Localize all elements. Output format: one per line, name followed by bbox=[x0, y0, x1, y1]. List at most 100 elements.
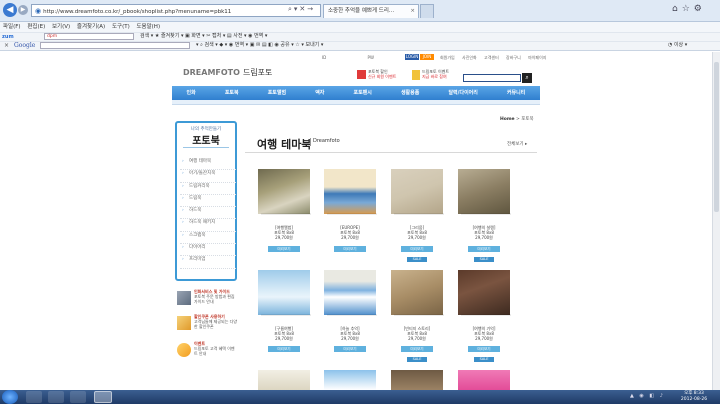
preview-button-6[interactable]: 미리보기 bbox=[334, 346, 366, 352]
product-info-5: [구름여행] 포토북 8x8 29,700원 bbox=[254, 326, 314, 341]
system-tray-icons[interactable]: ▲ ◉ ◧ ♪ bbox=[630, 393, 665, 399]
explorer-taskbar-icon[interactable] bbox=[48, 391, 64, 403]
preview-button-3[interactable]: 미리보기 bbox=[401, 246, 433, 252]
product-price: 29,700원 bbox=[341, 235, 359, 240]
shadow bbox=[261, 314, 311, 316]
logo-korean: 드림포토 bbox=[242, 68, 273, 77]
nav-frame[interactable]: 액자 bbox=[315, 86, 324, 100]
sidebar-item-hardbook[interactable]: 하드북 bbox=[180, 207, 236, 220]
link-cart[interactable]: 장바구니 bbox=[506, 55, 521, 60]
nav-album[interactable]: 포토앨범 bbox=[268, 86, 286, 100]
link-mypage[interactable]: 마이페이지 bbox=[528, 55, 546, 60]
sidebar-promo-event[interactable]: 이벤트 드림포토 고객 혜택 이벤트 안내 bbox=[177, 341, 237, 361]
tab-close-icon[interactable]: × bbox=[410, 5, 415, 18]
site-logo[interactable]: DREAMFOTO 드림포토 bbox=[183, 67, 272, 78]
vertical-scrollbar[interactable] bbox=[712, 52, 720, 390]
nav-living[interactable]: 생활용품 bbox=[401, 86, 419, 100]
sidebar-promo-coupon[interactable]: 할인쿠폰 사용하기 고객님들께 제공되는 다양한 할인쿠폰 bbox=[177, 314, 237, 334]
ie-taskbar-icon[interactable] bbox=[26, 391, 42, 403]
breadcrumb-home[interactable]: Home bbox=[500, 117, 515, 122]
app-taskbar-icon[interactable] bbox=[70, 391, 86, 403]
zum-search-input[interactable]: dpm bbox=[44, 33, 134, 40]
menu-edit[interactable]: 편집(E) bbox=[27, 24, 45, 30]
view-all-link[interactable]: 전체보기 ▸ bbox=[507, 141, 527, 147]
active-window-taskbar-icon[interactable] bbox=[94, 391, 112, 403]
product-image-1[interactable] bbox=[258, 169, 311, 215]
preview-button-8[interactable]: 미리보기 bbox=[468, 346, 500, 352]
toolbar-close-icon[interactable]: × bbox=[4, 42, 9, 49]
product-image-4[interactable] bbox=[458, 169, 511, 215]
promo1-line2: 신규 회원 이벤트 bbox=[368, 74, 397, 79]
main-navigation: 인화 포토북 포토앨범 액자 포토팬시 생활용품 달력/다이어리 커뮤니티 bbox=[172, 86, 540, 100]
product-image-3[interactable] bbox=[391, 169, 444, 215]
nav-calendar[interactable]: 달력/다이어리 bbox=[448, 86, 477, 100]
join-button[interactable]: JOIN bbox=[420, 54, 434, 60]
preview-button-7[interactable]: 미리보기 bbox=[401, 346, 433, 352]
promo-banner-1[interactable]: 포토북 할인 신규 회원 이벤트 bbox=[357, 69, 407, 85]
sidebar-item-dreambook[interactable]: 드림북 bbox=[180, 195, 236, 208]
scroll-thumb[interactable] bbox=[714, 62, 719, 212]
shadow bbox=[461, 314, 511, 316]
window-icons[interactable]: ⌂☆⚙ bbox=[672, 4, 706, 14]
link-print[interactable]: 사진인화 bbox=[462, 55, 477, 60]
url-actions[interactable]: ⌕▾✕→ bbox=[288, 5, 315, 14]
url-input[interactable]: ◉ http://www.dreamfoto.co.kr/_pbook/shopl… bbox=[31, 4, 321, 17]
link-signup[interactable]: 회원가입 bbox=[440, 55, 455, 60]
sidebar-menu: 여행 테마북 아기/돌잔치북 드림커리북 드림북 하드북 하드북 패키지 스크랩… bbox=[180, 158, 236, 269]
menu-help[interactable]: 도움말(H) bbox=[136, 24, 160, 30]
product-image-5[interactable] bbox=[258, 270, 311, 316]
product-info-8: [여행의 기억] 포토북 8x8 29,700원 bbox=[454, 326, 514, 341]
search-icon[interactable]: ⌕ bbox=[522, 73, 532, 83]
promo-banner-2[interactable]: 드림포토 이벤트 지금 바로 참여 bbox=[412, 69, 460, 85]
forward-button[interactable]: ▶ bbox=[18, 5, 28, 15]
preview-button-4[interactable]: 미리보기 bbox=[468, 246, 500, 252]
sidebar-item-diary[interactable]: 다이어리 bbox=[180, 244, 236, 257]
sidebar-item-travel[interactable]: 여행 테마북 bbox=[180, 158, 236, 171]
nav-print[interactable]: 인화 bbox=[187, 86, 196, 100]
back-button[interactable]: ◀ bbox=[3, 3, 17, 17]
sidebar-item-premium[interactable]: 프리미엄 bbox=[180, 256, 236, 269]
product-image-7[interactable] bbox=[391, 270, 444, 316]
product-image-12[interactable] bbox=[458, 370, 510, 390]
menu-view[interactable]: 보기(V) bbox=[52, 24, 70, 30]
sale-badge-7: SALE bbox=[407, 357, 427, 362]
menu-tools[interactable]: 도구(T) bbox=[112, 24, 130, 30]
product-image-8[interactable] bbox=[458, 270, 511, 316]
sidebar-item-scrapbook[interactable]: 스크랩북 bbox=[180, 232, 236, 245]
breadcrumb-separator: > bbox=[516, 117, 520, 122]
browser-tab-active[interactable]: 소중한 추억을 예쁘게 드리... × bbox=[323, 4, 419, 18]
nav-community[interactable]: 커뮤니티 bbox=[507, 86, 525, 100]
product-info-7: [빈티지 스토리] 포토북 8x8 29,700원 bbox=[387, 326, 447, 341]
sidebar-promo-guide[interactable]: 인화서비스 및 가이드 포토북 주문 방법과 편집 가이드 안내 bbox=[177, 289, 237, 309]
login-button[interactable]: LOGIN bbox=[405, 54, 419, 60]
new-tab-button[interactable] bbox=[420, 4, 434, 18]
product-price: 29,700원 bbox=[408, 336, 426, 341]
product-image-10[interactable] bbox=[324, 370, 376, 390]
menu-file[interactable]: 파일(F) bbox=[3, 24, 21, 30]
product-image-9[interactable] bbox=[258, 370, 310, 390]
product-image-2[interactable] bbox=[324, 169, 377, 215]
system-clock[interactable]: 오후 8:33 2012-08-26 bbox=[670, 391, 718, 402]
sidebar-divider bbox=[183, 147, 229, 148]
link-support[interactable]: 고객센터 bbox=[484, 55, 499, 60]
title-divider bbox=[245, 152, 537, 153]
sidebar-item-hardbook-package[interactable]: 하드북 패키지 bbox=[180, 219, 236, 232]
product-image-6[interactable] bbox=[324, 270, 377, 316]
sidebar-item-curry[interactable]: 드림커리북 bbox=[180, 183, 236, 195]
tab-title: 소중한 추억을 예쁘게 드리... bbox=[328, 8, 395, 14]
site-search-input[interactable] bbox=[463, 74, 521, 82]
google-toolbar-items[interactable]: ▾ ⌕ 검색 ▾ ◆ ▾ ◉ 번역 ▾ ▣ ✉ ▤ ◧ ◉ 공유 ▾ ☆ ▾ 보… bbox=[196, 42, 323, 49]
product-image-11[interactable] bbox=[391, 370, 443, 390]
start-button[interactable] bbox=[2, 390, 18, 404]
zum-toolbar-items[interactable]: 검색 ▾ ★ 즐겨찾기 ▾ ▣ 화면 ▾ ✂ 캡처 ▾ ▤ 사전 ▾ ◉ 번역 … bbox=[140, 33, 267, 40]
zum-logo: zum bbox=[2, 34, 14, 40]
menu-favorites[interactable]: 즐겨찾기(A) bbox=[77, 24, 105, 30]
preview-button-5[interactable]: 미리보기 bbox=[268, 346, 300, 352]
nav-photobook[interactable]: 포토북 bbox=[225, 86, 239, 100]
preview-button-1[interactable]: 미리보기 bbox=[268, 246, 300, 252]
sidebar-item-baby[interactable]: 아기/돌잔치북 bbox=[180, 170, 236, 183]
google-account[interactable]: ◔ 이상 ▾ bbox=[668, 42, 687, 49]
nav-fancy[interactable]: 포토팬시 bbox=[353, 86, 371, 100]
preview-button-2[interactable]: 미리보기 bbox=[334, 246, 366, 252]
google-search-input[interactable] bbox=[40, 42, 190, 49]
